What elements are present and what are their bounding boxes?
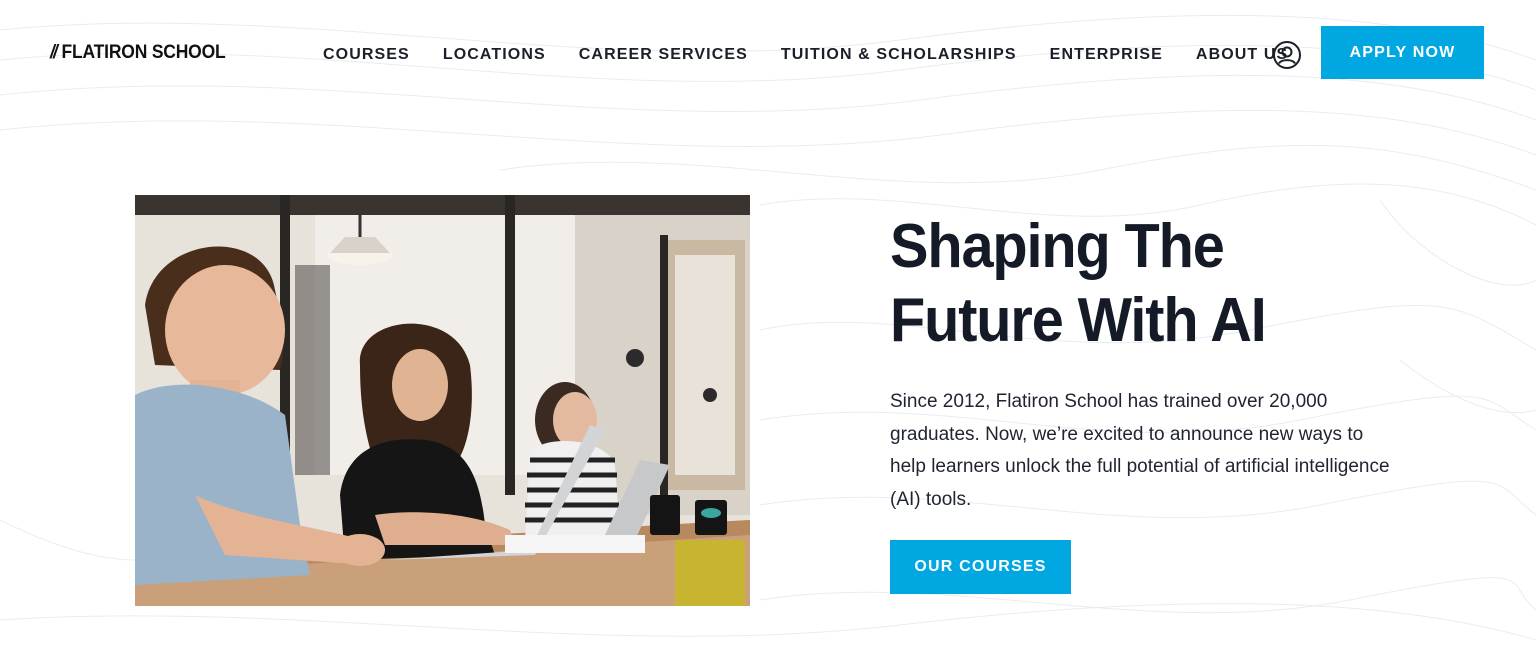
apply-now-button[interactable]: APPLY NOW xyxy=(1321,26,1484,79)
logo-text: FLATIRON SCHOOL xyxy=(61,42,226,63)
nav-tuition-scholarships[interactable]: TUITION & SCHOLARSHIPS xyxy=(781,46,1017,64)
user-circle-icon[interactable] xyxy=(1272,40,1302,70)
nav-locations[interactable]: LOCATIONS xyxy=(443,46,546,64)
hero-content: Shaping The Future With AI Since 2012, F… xyxy=(890,210,1410,516)
students-at-laptops-photo xyxy=(135,195,750,606)
main-nav: COURSES LOCATIONS CAREER SERVICES TUITIO… xyxy=(323,44,1288,66)
nav-career-services[interactable]: CAREER SERVICES xyxy=(579,46,748,64)
flatiron-school-logo[interactable]: // FLATIRON SCHOOL xyxy=(50,40,226,66)
nav-courses[interactable]: COURSES xyxy=(323,46,410,64)
hero-description: Since 2012, Flatiron School has trained … xyxy=(890,391,1390,510)
our-courses-button[interactable]: OUR COURSES xyxy=(890,540,1071,594)
hero-title: Shaping The Future With AI xyxy=(890,212,1267,355)
nav-enterprise[interactable]: ENTERPRISE xyxy=(1050,46,1163,64)
site-header: // FLATIRON SCHOOL COURSES LOCATIONS CAR… xyxy=(0,0,1536,108)
logo-slashes: // xyxy=(50,42,58,63)
